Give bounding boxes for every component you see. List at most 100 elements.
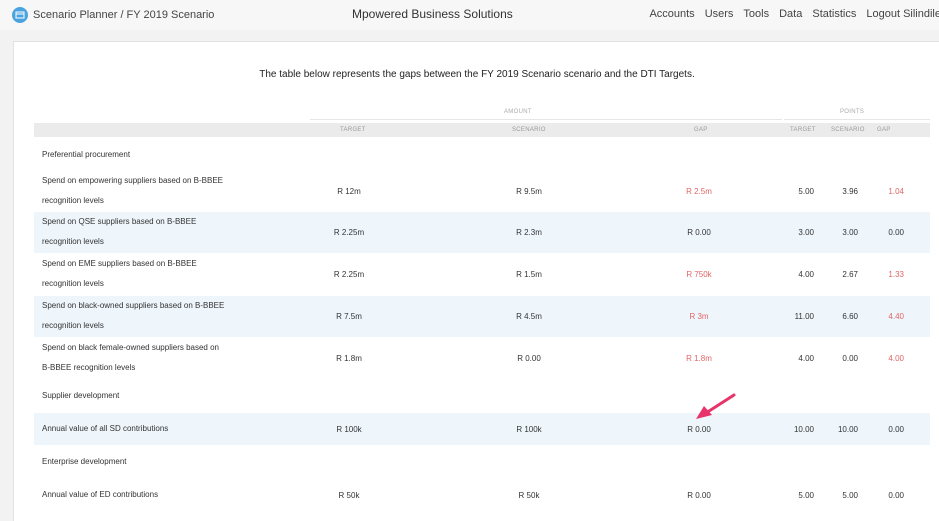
top-navbar: Scenario Planner / FY 2019 Scenario Mpow… xyxy=(0,0,939,30)
cell-gap: R 1.8m xyxy=(686,354,712,363)
row-label: Spend on QSE suppliers based on B-BBEE r… xyxy=(42,212,272,252)
section-title: Enterprise development xyxy=(42,457,127,466)
cell-scenario: R 0.00 xyxy=(517,354,541,363)
section-title: Supplier development xyxy=(42,391,120,400)
row-label: Spend on empowering suppliers based on B… xyxy=(42,171,272,211)
row-label: Annual value of ED contributions xyxy=(42,485,272,505)
cell-points-gap: 4.00 xyxy=(888,354,904,363)
cell-scenario: R 1.5m xyxy=(516,270,542,279)
cell-scenario: R 2.3m xyxy=(516,228,542,237)
col-target: TARGET xyxy=(340,127,366,133)
section-header: Supplier development xyxy=(34,387,930,407)
cell-points-gap: 0.00 xyxy=(888,228,904,237)
row-label-line1: Annual value of all SD contributions xyxy=(42,424,169,433)
cell-gap: R 750k xyxy=(686,270,712,279)
row-label-line1: Spend on black-owned suppliers based on … xyxy=(42,301,225,310)
section-title: Preferential procurement xyxy=(42,150,131,159)
col-points-scenario: SCENARIO xyxy=(831,127,865,133)
cell-points-gap: 4.40 xyxy=(888,312,904,321)
table-row: Spend on QSE suppliers based on B-BBEE r… xyxy=(34,212,930,253)
cell-target: R 7.5m xyxy=(336,312,362,321)
row-label-line1: Annual value of ED contributions xyxy=(42,490,159,499)
menu-logout[interactable]: Logout Silindile xyxy=(866,8,939,20)
cell-points-gap: 0.00 xyxy=(888,425,904,434)
intro-text: The table below represents the gaps betw… xyxy=(14,69,939,80)
cell-points-scenario: 6.60 xyxy=(842,312,858,321)
row-label: Spend on black female-owned suppliers ba… xyxy=(42,338,272,378)
menu-accounts[interactable]: Accounts xyxy=(649,8,694,20)
cell-gap: R 0.00 xyxy=(687,425,711,434)
group-amount-divider xyxy=(310,119,782,120)
cell-gap: R 0.00 xyxy=(687,491,711,500)
cell-target: R 2.25m xyxy=(333,228,365,237)
content-card: The table below represents the gaps betw… xyxy=(13,41,939,521)
cell-points-target: 4.00 xyxy=(798,354,814,363)
cell-target: R 12m xyxy=(337,187,361,196)
intro-scenario-name: FY 2019 Scenario xyxy=(481,69,561,80)
row-label-line1: Spend on empowering suppliers based on B… xyxy=(42,176,223,185)
cell-points-gap: 1.04 xyxy=(888,187,904,196)
main-menu: Accounts Users Tools Data Statistics Log… xyxy=(639,8,939,20)
cell-scenario: R 50k xyxy=(518,491,540,500)
cell-target: R 50k xyxy=(338,491,360,500)
table-row: Spend on empowering suppliers based on B… xyxy=(34,171,930,211)
table-row: Annual value of ED contributions R 50k R… xyxy=(34,479,930,511)
cell-gap: R 2.5m xyxy=(686,187,712,196)
row-label-line1: Spend on EME suppliers based on B-BBEE xyxy=(42,259,197,268)
cell-points-target: 4.00 xyxy=(798,270,814,279)
cell-target: R 1.8m xyxy=(336,354,362,363)
intro-targets-name: DTI Targets xyxy=(640,69,692,80)
row-label-line2: B-BBEE recognition levels xyxy=(42,363,136,372)
table-row: Annual value of all SD contributions R 1… xyxy=(34,413,930,445)
table-row: Spend on black female-owned suppliers ba… xyxy=(34,338,930,379)
cell-points-target: 3.00 xyxy=(798,228,814,237)
group-amount-label: AMOUNT xyxy=(504,109,532,115)
row-label: Annual value of all SD contributions xyxy=(42,419,272,439)
menu-statistics[interactable]: Statistics xyxy=(812,8,856,20)
row-label-line1: Spend on QSE suppliers based on B-BBEE xyxy=(42,217,197,226)
cell-gap: R 0.00 xyxy=(687,228,711,237)
intro-middle: scenario and the xyxy=(560,69,641,80)
cell-points-scenario: 3.00 xyxy=(842,228,858,237)
menu-data[interactable]: Data xyxy=(779,8,802,20)
col-gap: GAP xyxy=(694,127,708,133)
cell-points-target: 10.00 xyxy=(793,425,814,434)
row-label-line1: Spend on black female-owned suppliers ba… xyxy=(42,343,220,352)
breadcrumb[interactable]: Scenario Planner / FY 2019 Scenario xyxy=(12,7,214,23)
cell-target: R 2.25m xyxy=(333,270,365,279)
col-scenario: SCENARIO xyxy=(512,127,546,133)
menu-tools[interactable]: Tools xyxy=(743,8,769,20)
col-points-gap: GAP xyxy=(877,127,891,133)
cell-points-gap: 1.33 xyxy=(888,270,904,279)
cell-points-gap: 0.00 xyxy=(888,491,904,500)
section-header: Preferential procurement xyxy=(34,146,930,166)
table-row: Spend on black-owned suppliers based on … xyxy=(34,296,930,337)
app-title: Mpowered Business Solutions xyxy=(352,7,513,21)
cell-scenario: R 4.5m xyxy=(516,312,542,321)
col-points-target: TARGET xyxy=(790,127,816,133)
group-points-label: POINTS xyxy=(840,109,865,115)
table-row: Spend on EME suppliers based on B-BBEE r… xyxy=(34,254,930,295)
group-points-divider xyxy=(784,119,930,120)
breadcrumb-text[interactable]: Scenario Planner / FY 2019 Scenario xyxy=(33,9,214,21)
section-header: Enterprise development xyxy=(34,453,930,473)
cell-scenario: R 9.5m xyxy=(516,187,542,196)
cell-points-target: 5.00 xyxy=(798,491,814,500)
cell-points-scenario: 5.00 xyxy=(842,491,858,500)
annotation-arrow-icon xyxy=(696,393,736,419)
cell-points-scenario: 0.00 xyxy=(842,354,858,363)
table-header: TARGET SCENARIO GAP TARGET SCENARIO GAP xyxy=(34,123,930,137)
cell-scenario: R 100k xyxy=(516,425,542,434)
row-label-line2: recognition levels xyxy=(42,279,104,288)
cell-points-target: 5.00 xyxy=(798,187,814,196)
planner-icon xyxy=(12,7,28,23)
cell-points-scenario: 3.96 xyxy=(842,187,858,196)
row-label-line2: recognition levels xyxy=(42,237,104,246)
cell-gap: R 3m xyxy=(689,312,709,321)
cell-points-scenario: 10.00 xyxy=(837,425,858,434)
menu-users[interactable]: Users xyxy=(705,8,734,20)
intro-prefix: The table below represents the gaps betw… xyxy=(259,69,482,80)
row-label: Spend on EME suppliers based on B-BBEE r… xyxy=(42,254,272,294)
row-label: Spend on black-owned suppliers based on … xyxy=(42,296,272,336)
cell-target: R 100k xyxy=(336,425,362,434)
